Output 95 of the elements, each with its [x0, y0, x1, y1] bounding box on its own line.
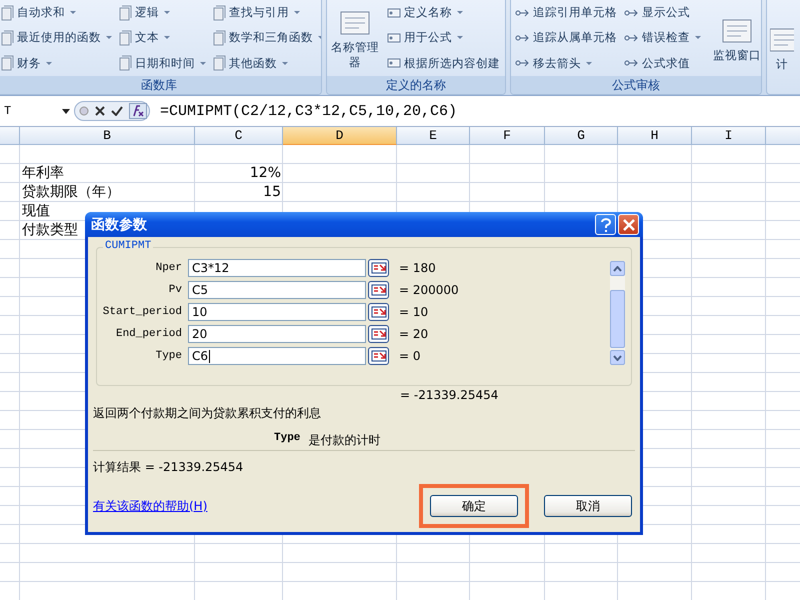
- close-button[interactable]: [618, 214, 639, 235]
- argument-field[interactable]: 10: [188, 303, 366, 321]
- circle-icon: [79, 106, 89, 116]
- argument-label: Start_period: [102, 306, 182, 318]
- book-icon: [1, 4, 15, 21]
- caret-icon: [62, 108, 70, 114]
- ribbon-item[interactable]: 其他函数: [212, 53, 321, 74]
- collapse-icon: [370, 262, 386, 274]
- ribbon-item[interactable]: 移去箭头: [514, 53, 618, 74]
- collapse-button[interactable]: [368, 325, 389, 343]
- question-mark-icon: [600, 218, 612, 232]
- ribbon-item[interactable]: 日期和时间: [118, 53, 207, 74]
- ribbon-item[interactable]: 财务: [0, 53, 113, 74]
- ribbon-item[interactable]: 逻辑: [118, 2, 207, 23]
- book-icon: [213, 4, 227, 21]
- book-icon: [119, 4, 133, 21]
- ribbon-item[interactable]: 公式求值: [623, 53, 702, 74]
- column-header[interactable]: H: [618, 127, 692, 145]
- book-icon: [119, 55, 133, 72]
- check-icon[interactable]: [111, 106, 123, 116]
- ribbon-item[interactable]: 追踪引用单元格: [514, 2, 618, 23]
- collapse-icon: [370, 284, 386, 296]
- ok-button[interactable]: 确定: [430, 495, 518, 517]
- insert-function-icon[interactable]: [129, 103, 147, 119]
- ribbon-button[interactable]: 计: [770, 0, 794, 94]
- book-icon: [213, 55, 227, 72]
- cancel-button[interactable]: 取消: [544, 495, 632, 517]
- argument-field[interactable]: C3*12: [188, 259, 366, 277]
- ribbon-item[interactable]: 最近使用的函数: [0, 28, 113, 48]
- help-button[interactable]: [595, 214, 616, 235]
- column-header[interactable]: G: [545, 127, 618, 145]
- table-cell-text: 贷款期限（年）: [21, 183, 121, 202]
- group-label: 函数库: [0, 76, 321, 94]
- collapse-button[interactable]: [368, 259, 389, 277]
- table-cell-text: 12%: [248, 164, 282, 183]
- scroll-up-button[interactable]: [610, 261, 625, 276]
- column-header[interactable]: F: [470, 127, 545, 145]
- scroll-thumb[interactable]: [610, 290, 625, 348]
- group-label: 定义的名称: [327, 76, 505, 94]
- dialog-title: 函数参数: [91, 216, 147, 234]
- book-icon: [1, 30, 15, 46]
- function-value: = -21339.25454: [400, 388, 500, 402]
- column-header[interactable]: D: [283, 127, 397, 145]
- ribbon-button[interactable]: 监视窗口: [712, 0, 761, 76]
- ribbon-button[interactable]: 名称管理器: [330, 0, 380, 76]
- function-description: 返回两个付款期之间为贷款累积支付的利息: [93, 405, 322, 422]
- ribbon-item[interactable]: 显示公式: [623, 2, 702, 23]
- table-cell-text: 付款类型: [21, 221, 79, 240]
- argument-value: = 200000: [399, 283, 459, 297]
- collapse-button[interactable]: [368, 281, 389, 299]
- column-header[interactable]: B: [20, 127, 195, 145]
- argument-value: = 10: [399, 305, 428, 319]
- formula-text[interactable]: =CUMIPMT(C2/12,C3*12,C5,10,20,C6): [160, 102, 458, 120]
- argument-label: Type: [154, 350, 182, 362]
- table-cell-text: 现值: [21, 202, 51, 221]
- column-header[interactable]: E: [397, 127, 470, 145]
- ribbon-item[interactable]: 根据所选内容创建: [385, 53, 501, 74]
- book-icon: [1, 55, 15, 72]
- ribbon-item[interactable]: 追踪从属单元格: [514, 28, 618, 48]
- table-cell-text: 15: [262, 183, 282, 202]
- collapse-icon: [370, 328, 386, 340]
- group-label: 公式审核: [511, 76, 761, 94]
- ribbon-item[interactable]: 文本: [118, 28, 207, 48]
- formula-result: 计算结果 = -21339.25454: [93, 459, 244, 476]
- help-link[interactable]: 有关该函数的帮助(H): [93, 498, 208, 514]
- ribbon-item[interactable]: 错误检查: [623, 28, 702, 48]
- argument-value: = 180: [399, 261, 436, 275]
- argument-label: Pv: [168, 284, 182, 296]
- ribbon-item[interactable]: 定义名称: [385, 2, 501, 23]
- close-icon: [622, 218, 634, 230]
- argument-label: Nper: [154, 262, 182, 274]
- book-icon: [119, 30, 133, 46]
- ribbon-item[interactable]: 用于公式: [385, 28, 501, 48]
- argument-label: End_period: [114, 328, 182, 340]
- argument-value: = 20: [399, 327, 428, 341]
- collapse-icon: [370, 306, 386, 318]
- argument-field[interactable]: 20: [188, 325, 366, 343]
- argument-field[interactable]: C6: [188, 347, 366, 365]
- ribbon-item[interactable]: 自动求和: [0, 2, 113, 23]
- argument-description: 是付款的计时: [308, 432, 380, 449]
- collapse-icon: [370, 350, 386, 362]
- argument-field[interactable]: C5: [188, 281, 366, 299]
- scroll-down-button[interactable]: [610, 350, 625, 365]
- scrollbar[interactable]: [610, 261, 625, 365]
- column-header[interactable]: C: [195, 127, 283, 145]
- collapse-button[interactable]: [368, 303, 389, 321]
- argument-value: = 0: [399, 349, 421, 363]
- cancel-icon[interactable]: [95, 106, 105, 116]
- ribbon-item[interactable]: 查找与引用: [212, 2, 321, 23]
- collapse-button[interactable]: [368, 347, 389, 365]
- column-header[interactable]: I: [692, 127, 766, 145]
- table-cell-text: 年利率: [21, 164, 65, 183]
- name-box[interactable]: T: [0, 101, 74, 121]
- argument-name: Type: [274, 432, 300, 446]
- book-icon: [213, 30, 227, 46]
